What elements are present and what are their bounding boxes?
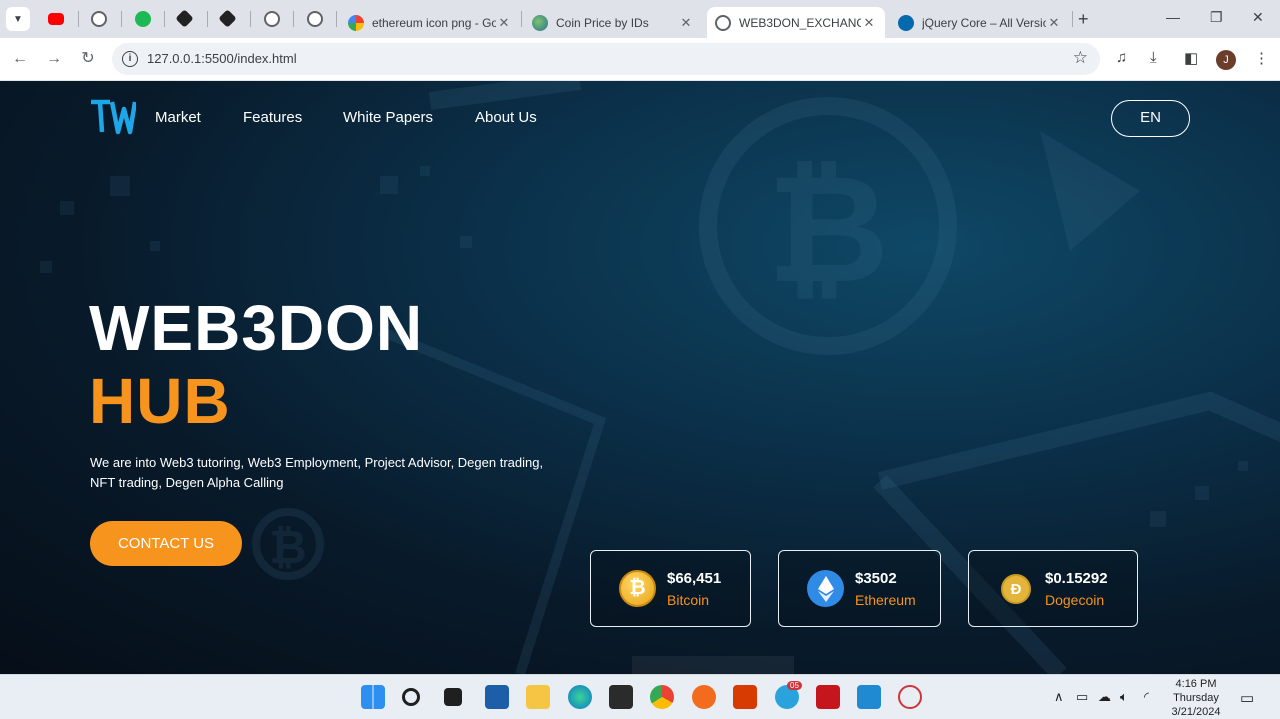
earth-icon xyxy=(532,14,548,31)
notification-icon[interactable]: ▭ xyxy=(1240,689,1254,707)
system-clock[interactable]: 4:16 PM Thursday 3/21/2024 xyxy=(1166,677,1226,719)
coin-name: Ethereum xyxy=(855,592,916,608)
hero-description: We are into Web3 tutoring, Web3 Employme… xyxy=(90,455,544,490)
address-bar[interactable]: i 127.0.0.1:5500/index.html ☆ xyxy=(112,43,1100,75)
close-icon[interactable]: ✕ xyxy=(496,15,512,31)
tab-ethereum-search[interactable]: ethereum icon png - Go ✕ xyxy=(340,7,520,38)
telegram-icon[interactable]: 05 xyxy=(775,681,802,709)
close-window-button[interactable]: ✕ xyxy=(1252,9,1264,26)
restore-button[interactable]: ❐ xyxy=(1210,9,1223,26)
notification-badge: 05 xyxy=(787,681,802,690)
back-button[interactable]: ← xyxy=(10,49,30,69)
widgets-icon[interactable] xyxy=(485,685,509,709)
new-tab-button[interactable]: + xyxy=(1078,9,1089,30)
coin-price: $0.15292 xyxy=(1045,570,1108,587)
dogecoin-icon: Ð xyxy=(1001,574,1031,604)
globe-icon[interactable] xyxy=(91,11,107,27)
office-icon[interactable] xyxy=(733,685,757,709)
coin-name: Bitcoin xyxy=(667,592,710,608)
download-icon[interactable]: ⤓ xyxy=(1150,49,1157,66)
media-control-icon[interactable]: ♫ xyxy=(1116,49,1127,66)
side-panel-icon[interactable]: ◧ xyxy=(1184,49,1198,67)
nav-features[interactable]: Features xyxy=(243,109,302,126)
globe-icon[interactable] xyxy=(307,11,323,27)
search-icon[interactable] xyxy=(402,688,420,706)
tab-coin-price[interactable]: Coin Price by IDs ✕ xyxy=(524,7,702,38)
jquery-icon xyxy=(898,14,914,31)
web3don-page: ₿ ₿ Market Features White Papers About U… xyxy=(0,81,1280,674)
coin-card-dogecoin[interactable]: Ð $0.15292 Dogecoin xyxy=(968,550,1138,627)
menu-icon[interactable]: ⋮ xyxy=(1254,49,1269,67)
coin-card-bitcoin[interactable]: ₿ $66,451 Bitcoin xyxy=(590,550,751,627)
app-icon[interactable] xyxy=(135,11,151,27)
svg-text:₿: ₿ xyxy=(767,145,889,313)
obscured-element xyxy=(632,656,794,674)
cloud-icon[interactable]: ☁ xyxy=(1098,689,1111,705)
youtube-icon[interactable] xyxy=(48,13,64,25)
close-icon[interactable]: ✕ xyxy=(678,15,694,31)
web3don-logo[interactable] xyxy=(90,99,136,135)
hero-subtitle: HUB xyxy=(89,365,231,437)
nav-market[interactable]: Market xyxy=(155,109,201,126)
google-icon xyxy=(348,14,364,31)
ethereum-icon xyxy=(807,570,844,607)
hero-title: WEB3DON xyxy=(89,292,424,364)
task-view-icon[interactable] xyxy=(444,688,462,706)
close-icon[interactable]: ✕ xyxy=(1046,15,1062,31)
wifi-icon[interactable]: ◜ xyxy=(1144,689,1149,705)
tab-jquery-core[interactable]: jQuery Core – All Versio ✕ xyxy=(890,7,1070,38)
browser-toolbar: ← → ↻ i 127.0.0.1:5500/index.html ☆ ♫ ⤓ … xyxy=(0,38,1280,81)
coin-card-ethereum[interactable]: $3502 Ethereum xyxy=(778,550,941,627)
coin-name: Dogecoin xyxy=(1045,592,1105,608)
file-explorer-icon[interactable] xyxy=(526,685,550,709)
battery-icon[interactable]: ▭ xyxy=(1076,689,1088,705)
url-text[interactable]: 127.0.0.1:5500/index.html xyxy=(147,51,297,66)
cube-icon[interactable] xyxy=(175,9,194,28)
windows-taskbar: 05 ∧ ▭ ☁ 🔈︎ ◜ 4:16 PM Thursday 3/21/2024… xyxy=(0,674,1280,719)
globe-icon[interactable] xyxy=(264,11,280,27)
info-icon[interactable]: i xyxy=(122,51,138,67)
tab-web3don-exchange[interactable]: WEB3DON_EXCHANGE ✕ xyxy=(707,7,885,38)
coin-price: $66,451 xyxy=(667,570,722,587)
forward-button[interactable]: → xyxy=(44,49,64,69)
cube-icon[interactable] xyxy=(218,9,237,28)
vscode-icon[interactable] xyxy=(857,685,881,709)
close-icon[interactable]: ✕ xyxy=(861,15,877,31)
fl-studio-icon[interactable] xyxy=(692,685,716,709)
acrobat-icon[interactable] xyxy=(816,685,840,709)
minimize-button[interactable]: — xyxy=(1166,9,1180,25)
volume-icon[interactable]: 🔈︎ xyxy=(1120,689,1128,705)
language-button[interactable]: EN xyxy=(1111,100,1190,137)
tab-search-button[interactable]: ▼ xyxy=(6,7,30,31)
tab-strip: ▼ ethereum icon png - Go ✕ Coin Price by… xyxy=(0,0,1280,38)
store-icon[interactable] xyxy=(609,685,633,709)
nav-about-us[interactable]: About Us xyxy=(475,109,537,126)
reload-button[interactable]: ↻ xyxy=(78,49,98,69)
chrome-icon[interactable] xyxy=(650,685,674,709)
snipping-tool-icon[interactable] xyxy=(898,685,922,709)
windows-start-icon[interactable] xyxy=(361,685,385,709)
profile-avatar[interactable]: J xyxy=(1216,50,1236,70)
globe-icon xyxy=(715,14,731,31)
bookmark-star-icon[interactable]: ☆ xyxy=(1073,48,1088,68)
chevron-down-icon: ▼ xyxy=(13,13,23,25)
nav-white-papers[interactable]: White Papers xyxy=(343,109,433,126)
svg-text:₿: ₿ xyxy=(269,521,307,573)
coin-price: $3502 xyxy=(855,570,897,587)
contact-us-button[interactable]: CONTACT US xyxy=(90,521,242,566)
chevron-up-icon[interactable]: ∧ xyxy=(1054,689,1064,705)
edge-icon[interactable] xyxy=(568,685,592,709)
bitcoin-icon: ₿ xyxy=(619,570,656,607)
